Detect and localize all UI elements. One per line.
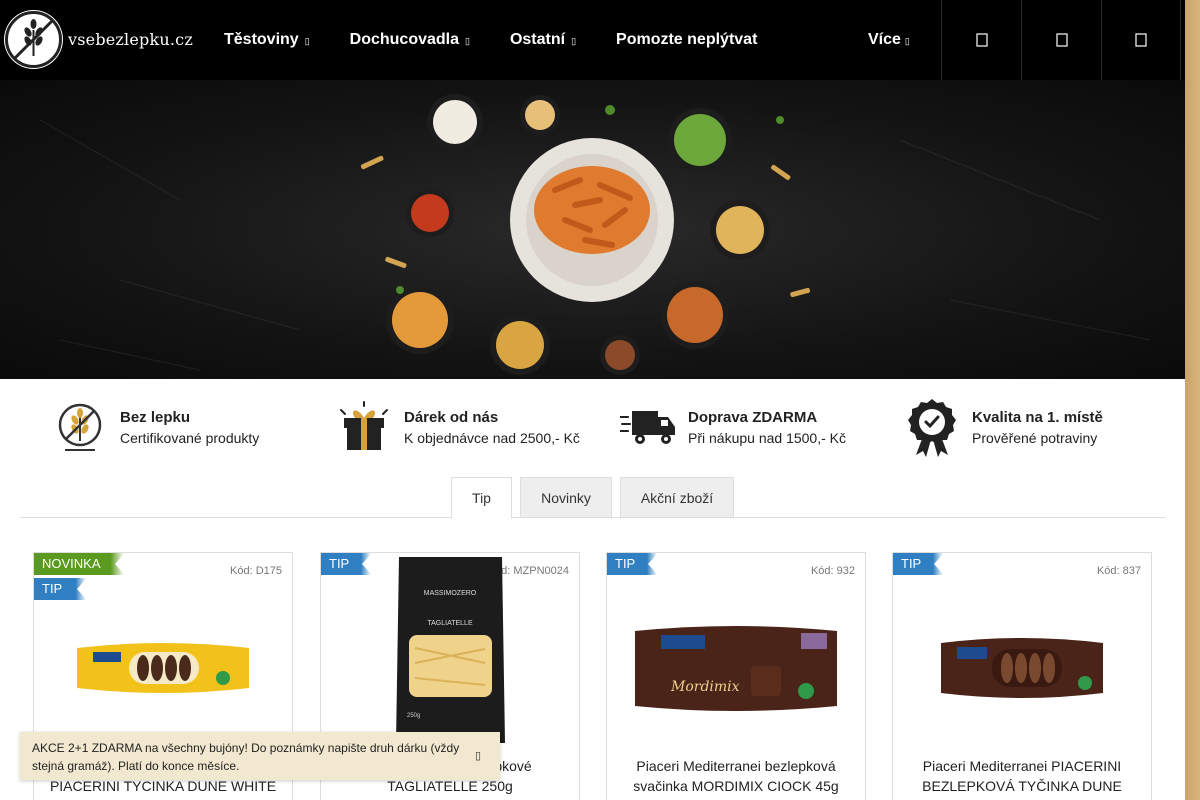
promo-notice-text: AKCE 2+1 ZDARMA na všechny bujóny! Do po…	[32, 741, 460, 773]
product-image[interactable]: MASSIMOZERO TAGLIATELLE 250g	[321, 553, 579, 748]
nav-item-dochucovadla[interactable]: Dochucovadla ▯	[350, 31, 470, 49]
svg-text:250g: 250g	[407, 713, 420, 719]
product-name[interactable]: Piaceri Mediterranei PIACERINI BEZLEPKOV…	[903, 756, 1141, 800]
benefit-subtitle: Certifikované produkty	[120, 429, 260, 446]
benefit-title: Kvalita na 1. místě	[972, 408, 1103, 426]
benefit-subtitle: K objednávce nad 2500,- Kč	[404, 429, 580, 446]
svg-text:Mordimix: Mordimix	[670, 679, 740, 695]
nav-item-ostatni[interactable]: Ostatní ▯	[510, 31, 576, 49]
nav-label: Těstoviny	[224, 31, 299, 48]
svg-text:TAGLIATELLE: TAGLIATELLE	[427, 620, 473, 627]
nav-label: Pomozte neplýtvat	[616, 31, 758, 48]
site-header: vsebezlepku.cz Těstoviny ▯ Dochucovadla ▯ …	[0, 0, 1185, 80]
tab-tip[interactable]: Tip	[451, 477, 512, 519]
benefit-subtitle: Prověřené potraviny	[972, 429, 1098, 446]
product-image[interactable]: Mordimix	[607, 583, 865, 753]
account-button[interactable]	[1021, 0, 1101, 80]
nav-item-pomozte-neplytvat[interactable]: Pomozte neplýtvat	[616, 31, 757, 49]
cart-button[interactable]	[1101, 0, 1181, 80]
nav-item-testoviny[interactable]: Těstoviny ▯	[224, 31, 310, 49]
flag-tip: TIP	[607, 553, 658, 575]
product-image[interactable]	[34, 583, 292, 753]
logo-emblem	[4, 10, 63, 69]
tab-novinky[interactable]: Novinky	[520, 477, 612, 518]
benefits-row: Bez lepku Certifikované produkty Dárek o…	[0, 396, 1185, 462]
chevron-down-icon: ▯	[904, 36, 910, 46]
chevron-down-icon: ▯	[465, 36, 470, 46]
side-strip	[1185, 0, 1200, 800]
benefit-gluten-free: Bez lepku Certifikované produkty	[52, 396, 259, 458]
nav-more[interactable]: Více ▯	[868, 0, 910, 80]
main-nav: Těstoviny ▯ Dochucovadla ▯ Ostatní ▯ Pomozt…	[224, 0, 757, 80]
hero-image	[39, 94, 1151, 375]
product-image[interactable]	[893, 583, 1151, 753]
product-name[interactable]: Piaceri Mediterranei bezlepková svačinka…	[617, 756, 855, 796]
benefit-gift: Dárek od nás K objednávce nad 2500,- Kč	[336, 396, 580, 458]
search-button[interactable]	[941, 0, 1021, 80]
benefit-free-shipping: Doprava ZDARMA Při nákupu nad 1500,- Kč	[620, 396, 846, 458]
search-icon	[975, 33, 988, 47]
benefit-title: Bez lepku	[120, 408, 191, 426]
chevron-down-icon: ▯	[571, 36, 577, 46]
chevron-down-icon: ▯	[304, 36, 310, 46]
logo-text: vsebezlepku.cz	[68, 30, 193, 49]
nav-label: Ostatní	[509, 31, 566, 48]
product-card[interactable]: TIP Kód: 932 Mordimix Piaceri Mediterran…	[606, 552, 866, 800]
nav-more-label: Více	[868, 31, 901, 48]
hero-banner[interactable]	[0, 80, 1185, 379]
benefit-subtitle: Při nákupu nad 1500,- Kč	[688, 429, 846, 446]
product-code: Kód: 837	[1096, 565, 1141, 577]
wheat-free-icon	[52, 396, 108, 458]
svg-text:MASSIMOZERO: MASSIMOZERO	[423, 590, 476, 597]
benefit-title: Dárek od nás	[404, 408, 499, 426]
flag-novinka: NOVINKA	[34, 553, 125, 575]
product-card[interactable]: TIP Kód: 837 Piaceri Mediterranei PIACER…	[892, 552, 1152, 800]
nav-label: Dochucovadla	[349, 31, 459, 48]
product-code: Kód: D175	[230, 565, 282, 577]
benefit-quality: Kvalita na 1. místě Prověřené potraviny	[904, 396, 1103, 458]
user-icon	[1055, 33, 1068, 47]
cart-icon	[1135, 33, 1147, 47]
tab-akcni-zbozi[interactable]: Akční zboží	[620, 477, 734, 518]
benefit-title: Doprava ZDARMA	[688, 408, 818, 426]
quality-badge-icon	[904, 396, 960, 458]
flag-tip: TIP	[893, 553, 944, 575]
promo-notice: AKCE 2+1 ZDARMA na všechny bujóny! Do po…	[20, 732, 500, 780]
truck-icon	[620, 396, 676, 458]
site-logo[interactable]: vsebezlepku.cz	[4, 10, 193, 69]
close-icon[interactable]: ▯	[470, 747, 486, 763]
gift-icon	[336, 396, 392, 458]
product-code: Kód: 932	[810, 565, 855, 577]
